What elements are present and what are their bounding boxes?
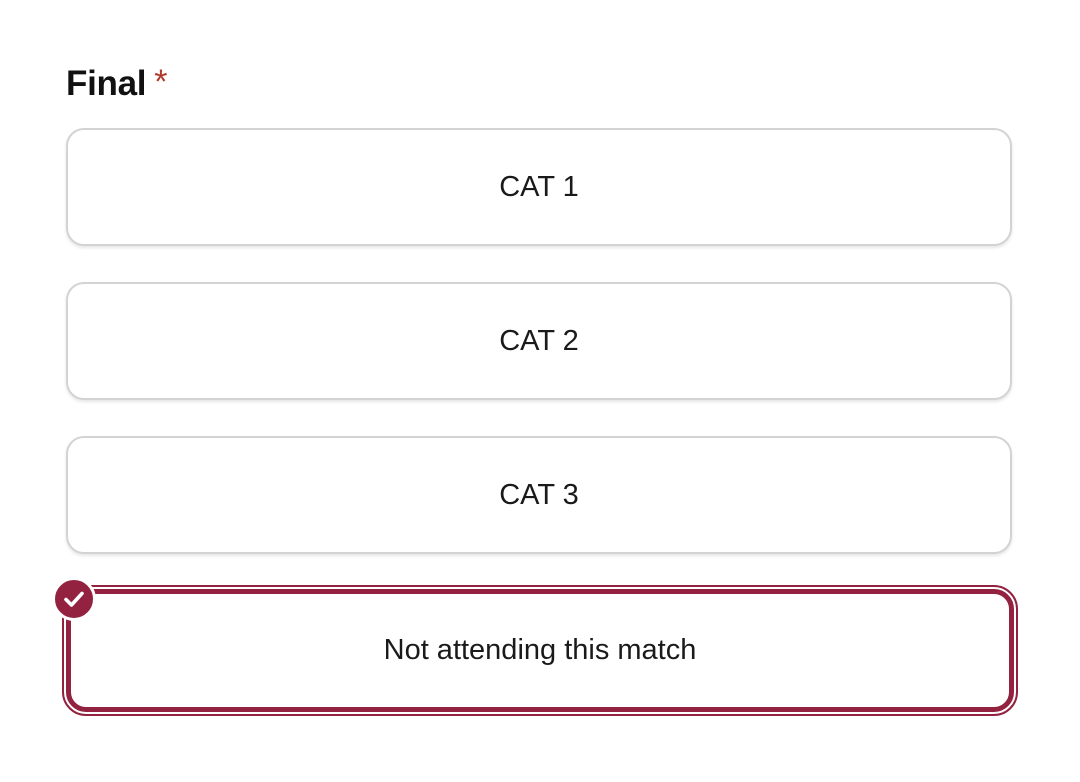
question-form: Final * CAT 1 CAT 2 CAT 3 Not attending t…	[0, 0, 1080, 782]
checkmark-icon	[52, 577, 96, 621]
option-cat-1[interactable]: CAT 1	[66, 128, 1012, 246]
option-cat-3[interactable]: CAT 3	[66, 436, 1012, 554]
question-label: Final	[66, 64, 147, 103]
question-title: Final *	[66, 62, 167, 106]
required-asterisk: *	[154, 63, 168, 101]
option-label: Not attending this match	[383, 634, 697, 666]
option-not-attending[interactable]: Not attending this match	[62, 585, 1018, 716]
option-label: CAT 1	[499, 170, 579, 203]
option-label: CAT 2	[499, 324, 579, 357]
option-label: CAT 3	[499, 478, 579, 511]
option-cat-2[interactable]: CAT 2	[66, 282, 1012, 400]
